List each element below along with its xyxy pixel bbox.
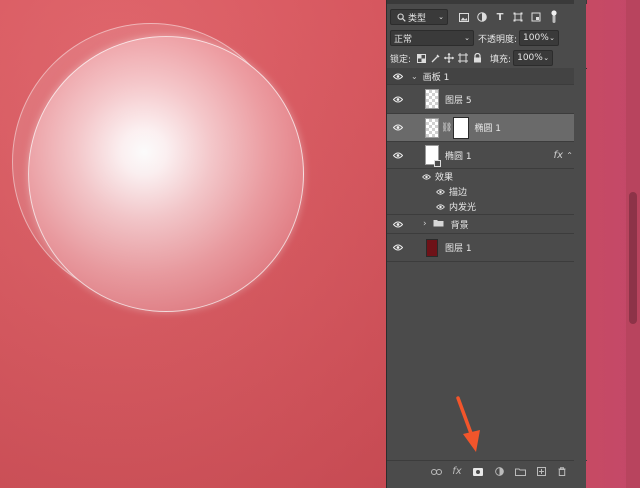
layers-panel: 类型 ⌄ T 正常 ⌄ 不透明度: 100% ⌄ 锁定: 填充: 100% ⌄ … — [386, 0, 587, 488]
layer-thumbnail — [426, 238, 438, 257]
layer-name: 椭圆 1 — [445, 151, 472, 162]
visibility-eye-icon[interactable] — [387, 124, 409, 131]
delete-layer-icon[interactable] — [555, 465, 569, 479]
visibility-eye-icon[interactable] — [387, 73, 409, 80]
document-canvas[interactable] — [0, 0, 386, 488]
effects-row[interactable]: 效果 — [387, 169, 575, 184]
layer-list: ⌄ 画板 1 图层 5 ⛓ 椭圆 1 椭圆 1 fx ⌃ 效果 描边 内发光 ›… — [387, 68, 575, 262]
layer-name: 画板 1 — [422, 72, 450, 83]
lock-position-icon[interactable] — [442, 51, 456, 65]
layers-panel-footer: fx — [387, 460, 587, 482]
smart-object-filter-icon[interactable] — [529, 10, 543, 24]
chevron-down-icon: ⌄ — [438, 13, 444, 21]
visibility-eye-icon[interactable] — [387, 188, 449, 195]
add-style-icon[interactable]: fx — [450, 465, 464, 479]
scrollbar-thumb[interactable] — [629, 192, 637, 324]
layer-mask-thumbnail[interactable] — [453, 116, 470, 139]
panel-edge-rail — [574, 0, 586, 488]
outer-circle-shape — [12, 23, 290, 301]
layer-name: 椭圆 1 — [474, 124, 502, 134]
lock-image-pixels-icon[interactable] — [428, 51, 442, 65]
layer-name: 图层 1 — [445, 244, 472, 254]
blend-mode-value: 正常 — [394, 34, 413, 45]
effects-label: 效果 — [435, 173, 454, 183]
layer-thumbnail — [425, 89, 439, 109]
effect-name: 内发光 — [449, 203, 477, 213]
fill-input[interactable]: 100% ⌄ — [513, 50, 554, 66]
layer-name: 背景 — [450, 220, 469, 231]
shape-layer-thumbnail — [425, 145, 441, 167]
visibility-eye-icon[interactable] — [387, 221, 409, 228]
visibility-eye-icon[interactable] — [387, 152, 409, 159]
blend-mode-dropdown[interactable]: 正常 ⌄ — [390, 30, 474, 46]
layer-row-ellipse-fx[interactable]: 椭圆 1 fx ⌃ — [387, 142, 575, 169]
new-adjustment-icon[interactable] — [492, 465, 506, 479]
opacity-value: 100% — [523, 33, 549, 43]
lock-label: 锁定: — [390, 54, 412, 65]
visibility-eye-icon[interactable] — [387, 96, 409, 103]
lock-all-icon[interactable] — [470, 51, 484, 65]
layer-row-ellipse-masked[interactable]: ⛓ 椭圆 1 — [387, 114, 575, 142]
filter-kind-dropdown[interactable]: 类型 ⌄ — [390, 9, 448, 25]
blend-options-row: 正常 ⌄ 不透明度: 100% ⌄ — [387, 29, 587, 47]
effect-row-stroke[interactable]: 描边 — [387, 184, 575, 199]
fx-icon[interactable]: fx — [554, 150, 563, 161]
adjustment-filter-icon[interactable] — [475, 10, 489, 24]
shape-badge-icon — [434, 160, 441, 167]
opacity-label: 不透明度: — [478, 34, 518, 45]
new-group-icon[interactable] — [513, 465, 527, 479]
lock-artboard-icon[interactable] — [456, 51, 470, 65]
link-chain-icon[interactable]: ⛓ — [441, 123, 452, 133]
chevron-right-icon[interactable]: › — [423, 219, 427, 229]
layer-row-background-group[interactable]: › 背景 — [387, 215, 575, 234]
link-layers-icon[interactable] — [429, 465, 443, 479]
filter-kind-label: 类型 — [408, 13, 427, 24]
new-layer-icon[interactable] — [534, 465, 548, 479]
chevron-down-icon: ⌄ — [549, 34, 556, 42]
visibility-eye-icon[interactable] — [387, 244, 409, 251]
effect-name: 描边 — [449, 188, 468, 198]
chevron-down-icon[interactable]: ⌄ — [411, 72, 418, 81]
panel-top-edge — [387, 0, 587, 4]
add-mask-icon[interactable] — [471, 465, 485, 479]
layer-thumbnail — [425, 117, 439, 138]
search-icon — [394, 10, 408, 24]
visibility-eye-icon[interactable] — [387, 203, 449, 210]
lock-transparent-pixels-icon[interactable] — [414, 51, 428, 65]
chevron-up-icon[interactable]: ⌃ — [566, 151, 573, 160]
mask-glyph — [473, 467, 483, 476]
layer-filter-row: 类型 ⌄ T — [387, 6, 587, 28]
layer-row-artboard[interactable]: ⌄ 画板 1 — [387, 68, 575, 85]
chevron-down-icon: ⌄ — [464, 34, 470, 42]
glowing-circle-shape — [28, 36, 304, 312]
layer-row-layer-5[interactable]: 图层 5 — [387, 85, 575, 114]
fill-label: 填充: — [490, 54, 512, 65]
image-filter-icon[interactable] — [457, 10, 471, 24]
effect-row-inner-glow[interactable]: 内发光 — [387, 199, 575, 215]
opacity-input[interactable]: 100% ⌄ — [519, 30, 560, 46]
annotation-arrow-icon — [456, 396, 480, 452]
layer-row-layer-1[interactable]: 图层 1 — [387, 234, 575, 262]
layer-name: 图层 5 — [445, 95, 472, 106]
chevron-down-icon: ⌄ — [543, 54, 550, 62]
lock-options-row: 锁定: 填充: 100% ⌄ — [387, 50, 587, 66]
filter-toggle-icon[interactable] — [547, 10, 561, 24]
folder-icon — [433, 219, 444, 230]
visibility-eye-icon[interactable] — [387, 173, 435, 180]
shape-filter-icon[interactable] — [511, 10, 525, 24]
type-filter-icon[interactable]: T — [493, 10, 507, 24]
fill-value: 100% — [517, 53, 543, 63]
